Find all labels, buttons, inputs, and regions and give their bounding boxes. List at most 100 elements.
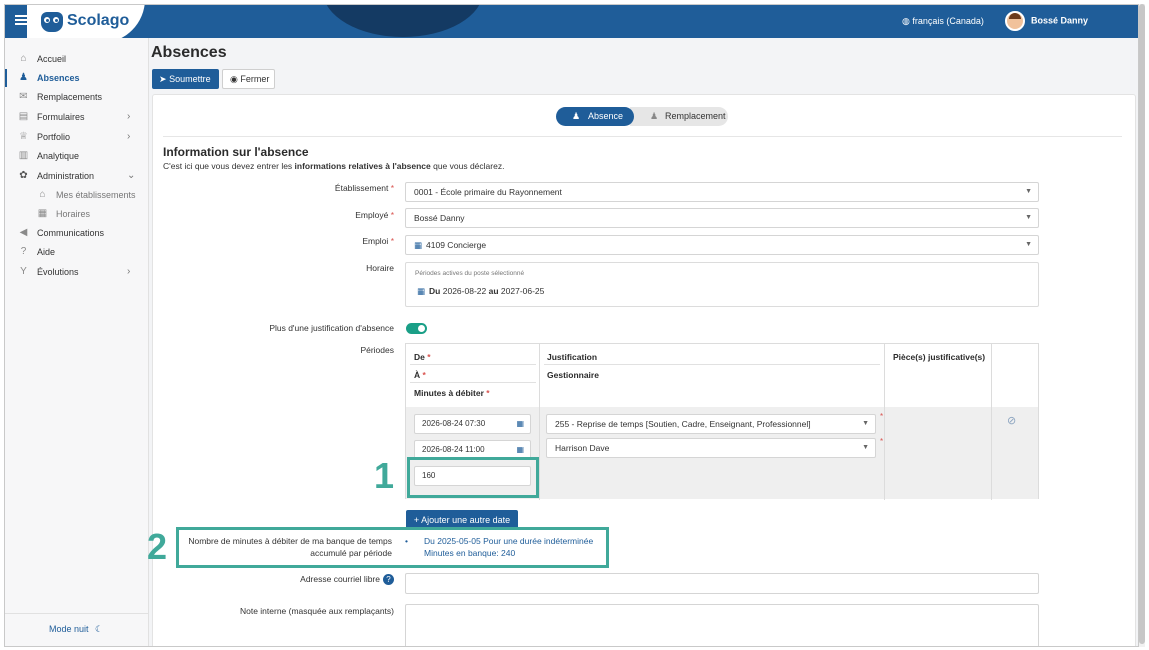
sidebar-item-label: Analytique [37, 151, 80, 161]
sidebar-item-label: Horaires [56, 209, 91, 219]
label-text: Adresse courriel libre [300, 574, 380, 584]
label-text: Emploi [362, 236, 389, 246]
date-start-input[interactable]: 2026-08-24 07:30 ▦ [414, 414, 531, 434]
submit-button[interactable]: ➤ Soumettre [152, 69, 219, 89]
period-start: 2026-08-22 [442, 286, 487, 296]
night-mode-label: Mode nuit [49, 624, 89, 634]
employe-select[interactable]: Bossé Danny ▼ [405, 208, 1039, 228]
sidebar-item-formulaires[interactable]: ▤ Formulaires › [5, 108, 149, 126]
sidebar-item-label: Communications [37, 228, 105, 238]
horaire-period: ▦ Du 2026-08-22 au 2027-06-25 [417, 286, 544, 297]
send-icon: ➤ [159, 73, 167, 84]
periodes-label: Périodes [360, 345, 394, 355]
required-marker: * [390, 183, 394, 193]
globe-icon: ◍ [902, 16, 910, 26]
building-icon: ▥ [18, 150, 29, 161]
chevron-right-icon: › [127, 131, 131, 142]
col-header-pieces: Pièce(s) justificative(s) [893, 352, 986, 362]
select-value: 4109 Concierge [426, 240, 487, 250]
person-absence-icon: ♟ [19, 72, 28, 83]
sidebar-item-accueil[interactable]: ⌂ Accueil [5, 50, 149, 68]
school-icon: ⌂ [39, 189, 46, 200]
note-textarea[interactable] [405, 604, 1039, 646]
col-header-de: De * [414, 352, 431, 362]
sidebar-item-analytique[interactable]: ▥ Analytique [5, 147, 149, 165]
multi-justification-toggle[interactable] [406, 323, 427, 334]
header-divider [544, 364, 880, 365]
col-header-a: À * [414, 370, 426, 380]
required-marker: * [880, 437, 884, 446]
top-bar: Scolago ◍ français (Canada) Bossé Danny [5, 5, 1138, 43]
etablissement-select[interactable]: 0001 - École primaire du Rayonnement ▼ [405, 182, 1039, 202]
sidebar-item-remplacements[interactable]: ✉ Remplacements [5, 88, 149, 106]
megaphone-icon: ✉ [19, 91, 28, 102]
gear-icon: ✿ [19, 170, 28, 181]
sidebar-item-portfolio[interactable]: ♕ Portfolio › [5, 128, 149, 146]
col-header-minutes: Minutes à débiter * [414, 388, 490, 398]
document-icon: ▤ [18, 111, 29, 122]
close-button[interactable]: ◉ Fermer [222, 69, 275, 89]
sidebar-item-label: Absences [37, 73, 80, 83]
email-input[interactable] [405, 573, 1039, 594]
page-title: Absences [151, 44, 227, 61]
sidebar-item-absences[interactable]: ♟ Absences [5, 69, 149, 87]
step-remplacement[interactable]: ♟ Remplacement [630, 107, 728, 126]
sidebar-item-label: Accueil [37, 54, 67, 64]
night-mode-toggle[interactable]: Mode nuit ☾ [49, 624, 103, 635]
moon-icon: ☾ [95, 624, 104, 634]
step-absence[interactable]: ♟ Absence [556, 107, 634, 126]
sidebar-item-administration[interactable]: ✿ Administration ⌄ [5, 167, 149, 185]
du-label: Du [429, 286, 441, 296]
sidebar-item-communications[interactable]: ◀ Communications [5, 224, 149, 242]
highlight-box-1 [407, 457, 539, 498]
justification-select[interactable]: 255 - Reprise de temps [Soutien, Cadre, … [546, 414, 876, 434]
sidebar-item-aide[interactable]: ? Aide [5, 243, 149, 261]
header-decoration [323, 5, 483, 37]
caret-down-icon: ▼ [1025, 188, 1032, 195]
select-value: 0001 - École primaire du Rayonnement [414, 187, 562, 197]
caret-down-icon: ▼ [862, 420, 869, 427]
emploi-select[interactable]: ▦ 4109 Concierge ▼ [405, 235, 1039, 255]
select-value: 255 - Reprise de temps [Soutien, Cadre, … [555, 419, 811, 429]
email-label: Adresse courriel libre? [154, 574, 394, 586]
header-divider [410, 364, 536, 365]
header-text: À [414, 370, 421, 380]
brand-name[interactable]: Scolago [67, 12, 129, 30]
help-icon[interactable]: ? [383, 574, 394, 586]
calendar-icon[interactable]: ▦ [516, 415, 524, 433]
owl-logo-icon [41, 12, 63, 32]
input-value: 2026-08-24 11:00 [422, 445, 485, 454]
scrollbar-thumb[interactable] [1139, 4, 1145, 644]
evolution-icon: Y [20, 266, 27, 277]
sidebar-item-evolutions[interactable]: Y Évolutions › [5, 263, 149, 281]
calendar-icon: ▦ [37, 208, 48, 219]
menu-toggle-icon[interactable] [15, 15, 27, 25]
column-divider [539, 344, 540, 500]
callout-number-1: 1 [374, 455, 395, 496]
step-label: Remplacement [665, 111, 726, 121]
paperclip-icon[interactable]: ⊘ [1007, 414, 1016, 427]
caret-down-icon: ▼ [1025, 241, 1032, 248]
horaire-label: Horaire [366, 263, 394, 273]
emploi-label: Emploi * [154, 236, 394, 246]
col-header-justification: Justification [547, 352, 598, 362]
au-label: au [488, 286, 499, 296]
required-marker: * [422, 370, 426, 380]
employe-label: Employé * [154, 210, 394, 220]
sidebar-item-label: Portfolio [37, 132, 71, 142]
bank-minutes: Minutes en banque: 240 [424, 548, 516, 558]
sidebar-item-horaires[interactable]: ▦ Horaires [5, 205, 149, 223]
select-value: Harrison Dave [555, 443, 610, 453]
user-menu[interactable]: Bossé Danny [1005, 11, 1088, 31]
header-divider [410, 382, 536, 383]
note-label: Note interne (masquée aux remplaçants) [239, 606, 394, 616]
sidebar-item-label: Remplacements [37, 92, 103, 102]
bank-period: Du 2025-05-05 Pour une durée indéterminé… [424, 536, 594, 546]
sidebar-item-label: Mes établissements [56, 190, 136, 200]
bullet: • [405, 536, 408, 546]
user-name: Bossé Danny [1031, 15, 1089, 26]
caret-down-icon: ▼ [1025, 214, 1032, 221]
sidebar-item-mes-etablissements[interactable]: ⌂ Mes établissements [5, 186, 149, 204]
language-selector[interactable]: ◍ français (Canada) [902, 16, 984, 27]
gestionnaire-select[interactable]: Harrison Dave ▼ [546, 438, 876, 458]
